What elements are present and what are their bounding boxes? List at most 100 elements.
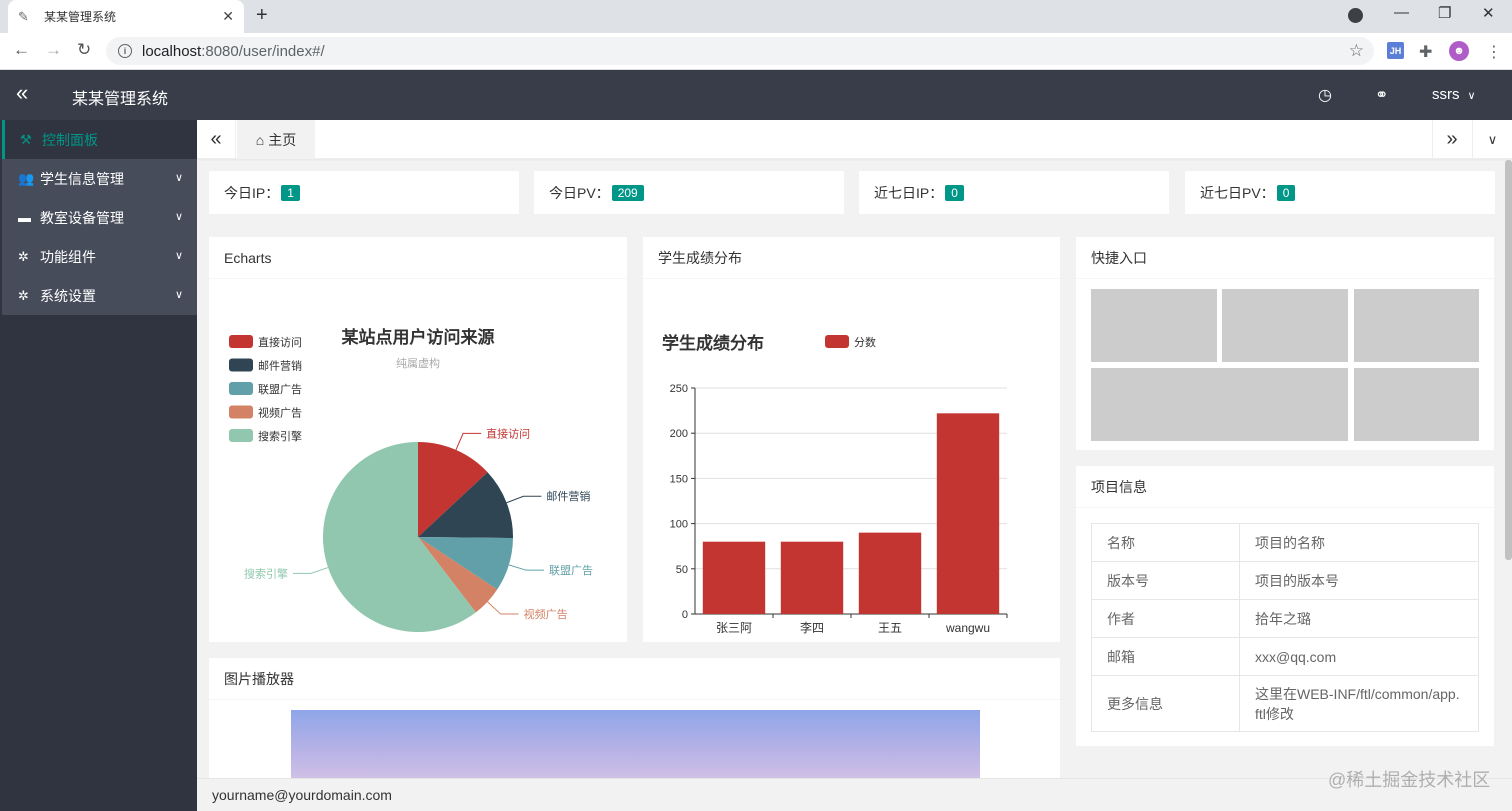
- sidebar-item-dashboard[interactable]: ⚒ 控制面板: [2, 120, 197, 159]
- sidebar-item-students[interactable]: 👥 学生信息管理 ∨: [2, 159, 197, 198]
- back-icon[interactable]: ←: [13, 40, 30, 60]
- sidebar-item-components[interactable]: ✲ 功能组件 ∨: [2, 237, 197, 276]
- browser-tab[interactable]: ✎ 某某管理系统 ✕: [8, 0, 244, 33]
- pie-label: 搜索引擎: [244, 566, 288, 580]
- stat-label: 近七日PV：: [1200, 184, 1275, 201]
- user-name: ssrs: [1432, 86, 1460, 103]
- feather-icon: ✎: [18, 8, 29, 24]
- window-close-icon[interactable]: ✕: [1482, 4, 1495, 22]
- table-row: 作者 拾年之璐: [1091, 599, 1479, 638]
- footer: yourname@yourdomain.com: [197, 778, 1512, 811]
- gear-icon: ✲: [18, 287, 29, 303]
- x-tick-label: 张三阿: [716, 621, 752, 635]
- scores-card: 学生成绩分布 学生成绩分布 分数 0 50 100 150 200 250 张三阿 李四 王五 wan…: [643, 237, 1060, 642]
- legend-swatch: [229, 405, 253, 419]
- legend-swatch: [229, 335, 253, 348]
- card-title: 项目信息: [1076, 466, 1494, 508]
- sidebar-item-label: 学生信息管理: [40, 170, 124, 187]
- legend-swatch: [825, 335, 849, 348]
- x-tick-label: 李四: [800, 620, 824, 635]
- sidebar-item-settings[interactable]: ✲ 系统设置 ∨: [2, 276, 197, 315]
- quick-link-tile[interactable]: [1222, 289, 1348, 362]
- jh-extension-icon[interactable]: JH: [1387, 42, 1404, 59]
- y-tick-label: 0: [682, 609, 688, 621]
- quick-link-tile[interactable]: [1354, 368, 1479, 441]
- restore-icon[interactable]: ❐: [1438, 4, 1451, 22]
- bookmark-star-icon[interactable]: ☆: [1349, 41, 1364, 61]
- pie-label: 邮件营销: [546, 489, 590, 503]
- pie-label-line: [487, 601, 519, 615]
- profile-dropdown-icon[interactable]: [1348, 8, 1363, 23]
- pie-label-line: [455, 432, 482, 451]
- scroll-tabs-right-icon[interactable]: »: [1432, 120, 1471, 159]
- table-row: 更多信息 这里在WEB-INF/ftl/common/app.ftl修改: [1091, 675, 1479, 732]
- profile-avatar[interactable]: ☻: [1449, 41, 1469, 61]
- scroll-tabs-left-icon[interactable]: «: [197, 120, 236, 159]
- carousel-image[interactable]: [291, 710, 980, 778]
- pie-label: 直接访问: [486, 426, 530, 440]
- y-tick-label: 200: [670, 428, 688, 440]
- table-value: xxx@qq.com: [1239, 637, 1479, 676]
- stat-label: 今日IP：: [224, 184, 280, 201]
- legend-label: 直接访问: [258, 335, 302, 349]
- browser-menu-icon[interactable]: ⋮: [1486, 42, 1502, 62]
- quick-links-card: 快捷入口: [1076, 237, 1494, 450]
- stat-badge: 0: [1276, 184, 1296, 201]
- sidebar-item-classroom[interactable]: ▬ 教室设备管理 ∨: [2, 198, 197, 237]
- site-info-icon[interactable]: i: [118, 44, 132, 58]
- y-tick-label: 50: [676, 564, 688, 576]
- card-title: 学生成绩分布: [643, 237, 1060, 279]
- tab-home[interactable]: ⌂ 主页: [237, 120, 315, 159]
- pie-label-line: [293, 567, 329, 574]
- url-path: :8080/user/index#/: [201, 42, 325, 60]
- y-tick-label: 100: [670, 519, 688, 531]
- forward-icon[interactable]: →: [45, 40, 62, 60]
- quick-link-tile[interactable]: [1091, 368, 1348, 441]
- clock-icon[interactable]: ◷: [1318, 85, 1332, 105]
- pie-label-line: [506, 495, 542, 504]
- stat-today-pv: 今日PV： 209: [534, 171, 844, 214]
- table-key: 名称: [1091, 523, 1240, 562]
- table-value: 项目的名称: [1239, 523, 1479, 562]
- user-menu[interactable]: ssrs ∨: [1432, 86, 1476, 103]
- minimize-icon[interactable]: —: [1394, 4, 1409, 21]
- table-key: 作者: [1091, 599, 1240, 638]
- stat-badge: 1: [281, 184, 300, 201]
- quick-link-tile[interactable]: [1091, 289, 1217, 362]
- image-player-card: 图片播放器: [209, 658, 1060, 778]
- table-value: 这里在WEB-INF/ftl/common/app.ftl修改: [1239, 675, 1479, 732]
- new-tab-button[interactable]: +: [256, 4, 268, 27]
- browser-toolbar: ← → ↻ i localhost:8080/user/index#/ ☆ JH…: [0, 33, 1512, 70]
- reload-icon[interactable]: ↻: [77, 40, 91, 60]
- pie-title: 某站点用户访问来源: [342, 327, 495, 347]
- users-icon: 👥: [18, 170, 35, 186]
- extensions-icon[interactable]: ✚: [1419, 42, 1432, 62]
- card-title: 快捷入口: [1076, 237, 1494, 279]
- table-key: 邮箱: [1091, 637, 1240, 676]
- sidebar-item-label: 系统设置: [40, 287, 96, 304]
- sidebar-toggle-icon[interactable]: «: [16, 82, 28, 104]
- quick-link-tile[interactable]: [1354, 289, 1479, 362]
- chevron-down-icon: ∨: [1467, 90, 1476, 102]
- link-icon[interactable]: ⚭: [1375, 85, 1388, 105]
- x-tick-label: 王五: [878, 621, 902, 635]
- legend-swatch: [229, 382, 253, 395]
- browser-tabbar: ✎ 某某管理系统 ✕ + — ❐ ✕: [0, 0, 1512, 33]
- legend-label: 视频广告: [258, 406, 302, 420]
- legend-swatch: [229, 358, 253, 372]
- legend-label: 搜索引擎: [258, 429, 302, 443]
- watermark: @稀土掘金技术社区: [1328, 770, 1491, 790]
- bar: [702, 541, 766, 614]
- address-bar[interactable]: i localhost:8080/user/index#/ ☆: [106, 37, 1374, 65]
- url-host: localhost: [142, 42, 202, 60]
- stat-today-ip: 今日IP： 1: [209, 171, 519, 214]
- stat-badge: 209: [611, 184, 644, 201]
- pie-chart: 某站点用户访问来源纯属虚构直接访问邮件营销联盟广告视频广告搜索引擎 直接访问邮件营…: [229, 327, 593, 633]
- close-tab-icon[interactable]: ✕: [222, 8, 234, 25]
- page-scrollbar[interactable]: [1505, 160, 1512, 560]
- bar: [936, 413, 1000, 614]
- pie-label: 视频广告: [524, 607, 568, 621]
- tabs-menu-chevron-icon[interactable]: ∨: [1472, 120, 1512, 159]
- page-tabstrip: « ⌂ 主页 » ∨: [197, 120, 1512, 159]
- sidebar: ⚒ 控制面板 👥 学生信息管理 ∨ ▬ 教室设备管理 ∨ ✲ 功能组件 ∨ ✲ …: [0, 120, 197, 811]
